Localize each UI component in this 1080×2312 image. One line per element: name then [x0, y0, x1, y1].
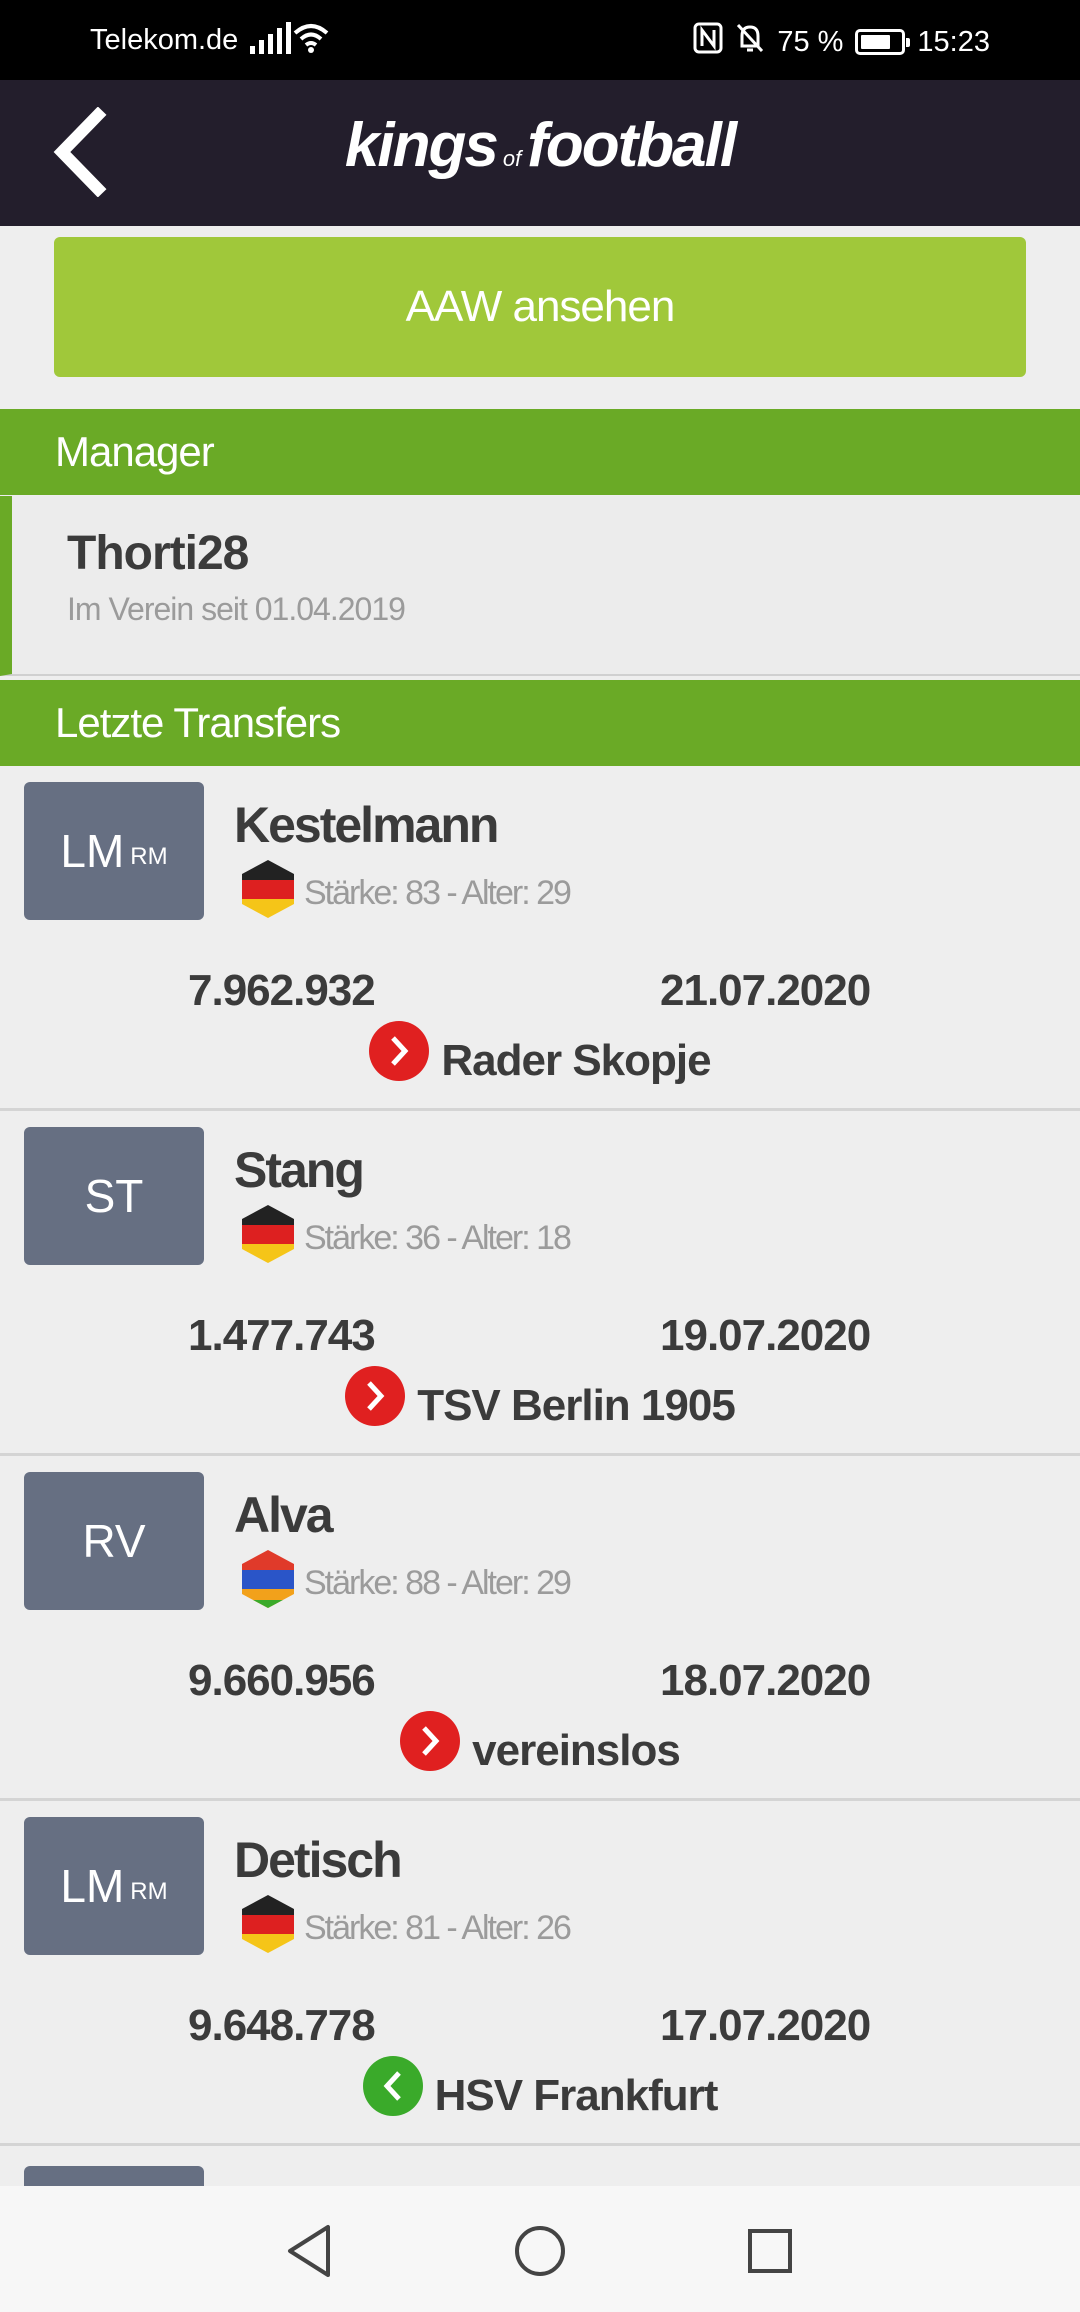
position-main: LM: [60, 825, 125, 877]
position-badge: LM RM: [24, 782, 204, 920]
clock: 15:23: [917, 25, 990, 58]
player-name: Kestelmann: [234, 797, 499, 853]
player-stats: Stärke: 83 - Alter: 29: [304, 874, 572, 912]
transfer-date: 17.07.2020: [660, 2001, 871, 2050]
carrier-label: Telekom.de: [90, 24, 239, 56]
transfer-fee: 9.648.778: [188, 2001, 376, 2050]
transfer-date: 19.07.2020: [660, 1311, 871, 1360]
position-sub: RM: [130, 843, 168, 870]
transfer-row[interactable]: LM RM Detisch Stärke: 81 - Alter: 26 9.64…: [0, 1801, 1080, 2146]
bell-off-icon: [735, 22, 765, 62]
position-badge: ST: [24, 1127, 204, 1265]
germany-flag-icon: [242, 1895, 294, 1953]
logo-text-of: of: [502, 146, 522, 171]
player-stats: Stärke: 81 - Alter: 26: [304, 1909, 572, 1947]
manager-since: Im Verein seit 01.04.2019: [67, 591, 406, 627]
club-row: TSV Berlin 1905: [0, 1366, 1080, 1431]
germany-flag-icon: [242, 1205, 294, 1263]
manager-section-header: Manager: [0, 409, 1080, 495]
chevron-left-icon: [362, 2056, 423, 2116]
position-sub: RM: [130, 1878, 168, 1905]
logo-text-kings: kings: [344, 111, 499, 180]
battery-fill: [861, 35, 891, 49]
transfer-row[interactable]: RV Alva Stärke: 88 - Alter: 29 9.660.956…: [0, 1456, 1080, 1801]
chevron-right-icon: [345, 1366, 406, 1426]
transfer-fee: 7.962.932: [188, 966, 376, 1015]
position-badge: [24, 2166, 204, 2186]
home-circle-icon: [515, 2226, 565, 2276]
club-row: vereinslos: [0, 1711, 1080, 1776]
app-bar: kings offootball: [0, 80, 1080, 226]
transfer-fee: 9.660.956: [188, 1656, 376, 1705]
player-stats: Stärke: 36 - Alter: 18: [304, 1219, 572, 1257]
status-right: 75 % 15:23: [693, 22, 990, 62]
club-name: vereinslos: [472, 1726, 681, 1775]
nfc-icon: [693, 22, 723, 62]
system-nav-bar: [0, 2186, 1080, 2312]
nav-back-button[interactable]: [274, 2216, 344, 2286]
player-name: Stang: [234, 1142, 365, 1198]
germany-flag-icon: [242, 860, 294, 918]
club-name: TSV Berlin 1905: [417, 1381, 736, 1430]
battery-percent: 75 %: [777, 25, 844, 58]
back-triangle-icon: [288, 2225, 330, 2277]
transfer-fee: 1.477.743: [188, 1311, 376, 1360]
position-main: ST: [84, 1170, 144, 1222]
transfer-date: 21.07.2020: [660, 966, 871, 1015]
recents-square-icon: [748, 2229, 792, 2273]
signal-icon: [250, 22, 291, 54]
chevron-right-icon: [369, 1021, 430, 1081]
logo-text-football: football: [527, 111, 737, 180]
transfers-section-header: Letzte Transfers: [0, 680, 1080, 766]
manager-card[interactable]: Thorti28 Im Verein seit 01.04.2019: [0, 496, 1080, 676]
player-name: Detisch: [234, 1832, 403, 1888]
view-aaw-button[interactable]: AAW ansehen: [54, 237, 1026, 377]
player-name: Alva: [234, 1487, 334, 1543]
nav-home-button[interactable]: [505, 2216, 575, 2286]
position-badge: LM RM: [24, 1817, 204, 1955]
transfer-row[interactable]: LM RM Kestelmann Stärke: 83 - Alter: 29 7…: [0, 766, 1080, 1111]
wifi-icon: [293, 22, 329, 62]
armenia-flag-icon: [242, 1550, 294, 1608]
app-logo: kings offootball: [0, 110, 1080, 181]
status-bar: Telekom.de 75 % 15:23: [0, 0, 1080, 80]
club-row: HSV Frankfurt: [0, 2056, 1080, 2121]
position-main: LM: [60, 1860, 125, 1912]
chevron-right-icon: [400, 1711, 461, 1771]
player-stats: Stärke: 88 - Alter: 29: [304, 1564, 572, 1602]
club-name: Rader Skopje: [441, 1036, 711, 1085]
club-name: HSV Frankfurt: [434, 2071, 719, 2120]
position-main: RV: [82, 1515, 146, 1567]
manager-name: Thorti28: [67, 527, 249, 580]
transfer-row[interactable]: ST Stang Stärke: 36 - Alter: 18 1.477.74…: [0, 1111, 1080, 1456]
battery-icon: [855, 29, 911, 55]
nav-recents-button[interactable]: [735, 2216, 805, 2286]
club-row: Rader Skopje: [0, 1021, 1080, 1086]
transfer-row-partial[interactable]: [0, 2146, 1080, 2186]
position-badge: RV: [24, 1472, 204, 1610]
transfer-date: 18.07.2020: [660, 1656, 871, 1705]
